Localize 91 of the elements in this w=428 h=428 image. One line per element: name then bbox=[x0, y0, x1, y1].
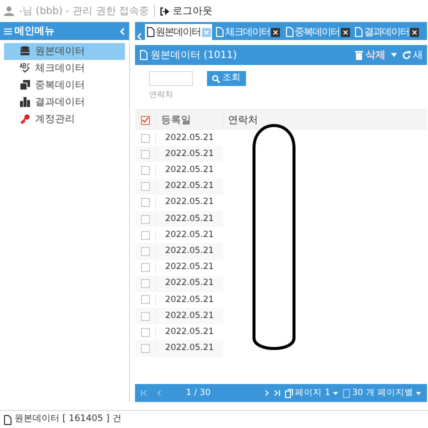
status-text: 원본데이터 [ 161405 ] 건 bbox=[14, 412, 122, 426]
close-icon[interactable] bbox=[340, 28, 350, 36]
checkbox[interactable] bbox=[140, 344, 150, 354]
date-cell: 2022.05.21 bbox=[165, 132, 214, 143]
next-page-icon bbox=[264, 390, 269, 396]
sidebar-item[interactable]: 중복데이터 bbox=[4, 76, 125, 94]
column-header: 등록일 bbox=[161, 114, 191, 126]
close-icon[interactable] bbox=[271, 28, 280, 36]
date-cell: 2022.05.21 bbox=[165, 326, 214, 337]
checkbox[interactable] bbox=[140, 328, 150, 337]
caret-icon bbox=[332, 392, 338, 394]
refresh-icon bbox=[402, 50, 410, 60]
user-icon bbox=[4, 6, 14, 16]
date-cell: 2022.05.21 bbox=[165, 262, 214, 272]
previous-page-icon bbox=[157, 390, 161, 396]
bar-chart-icon bbox=[20, 97, 30, 107]
table-row[interactable]: 2022.05.21 bbox=[135, 260, 223, 276]
spellcheck-icon bbox=[20, 63, 30, 73]
logout-icon bbox=[160, 6, 170, 16]
search-icon bbox=[212, 74, 220, 82]
date-cell: 2022.05.21 bbox=[165, 343, 214, 354]
tab[interactable]: 원본데이터 bbox=[144, 24, 212, 40]
checkbox[interactable] bbox=[140, 150, 150, 159]
checkbox[interactable] bbox=[140, 198, 150, 208]
document-icon bbox=[284, 27, 294, 37]
document-icon bbox=[146, 27, 154, 37]
table-row[interactable]: 2022.05.21 bbox=[135, 162, 223, 179]
sidebar-item[interactable]: 결과데이터 bbox=[4, 94, 125, 110]
menu-icon bbox=[4, 28, 12, 34]
date-cell: 2022.05.21 bbox=[165, 197, 214, 208]
copies-icon bbox=[20, 80, 30, 90]
table-row[interactable]: 2022.05.21 bbox=[135, 130, 223, 146]
field-label: 연락처 bbox=[149, 88, 174, 100]
collapse-chevron-icon bbox=[120, 28, 125, 34]
sidebar-item[interactable]: 원본데이터 bbox=[4, 42, 125, 60]
table-row[interactable]: 2022.05.21 bbox=[135, 292, 223, 308]
table-row[interactable]: 2022.05.21 bbox=[135, 276, 223, 292]
table-row[interactable]: 2022.05.21 bbox=[135, 324, 223, 340]
logout-link[interactable]: 로그아웃 bbox=[160, 4, 212, 18]
panel-title: 원본데이터 (1011) bbox=[150, 48, 237, 62]
tab-scroll-left-icon bbox=[137, 33, 142, 40]
table-row[interactable]: 2022.05.21 bbox=[135, 210, 223, 228]
caret-icon bbox=[416, 392, 421, 394]
checkbox[interactable] bbox=[140, 182, 150, 192]
date-cell: 2022.05.21 bbox=[165, 294, 214, 305]
page-position: 1 / 30 bbox=[186, 386, 210, 400]
search-field[interactable] bbox=[149, 71, 193, 86]
table-row[interactable]: 2022.05.21 bbox=[135, 340, 223, 357]
document-icon bbox=[139, 50, 148, 60]
date-cell: 2022.05.21 bbox=[165, 230, 214, 240]
checkbox[interactable] bbox=[140, 279, 150, 288]
table-row[interactable]: 2022.05.21 bbox=[135, 178, 223, 195]
checkbox[interactable] bbox=[140, 295, 150, 304]
checkbox[interactable] bbox=[140, 246, 150, 256]
date-cell: 2022.05.21 bbox=[165, 148, 214, 159]
database-icon bbox=[20, 46, 30, 56]
close-icon[interactable] bbox=[410, 28, 419, 36]
document-icon bbox=[3, 414, 12, 424]
caret-icon bbox=[390, 53, 396, 57]
checkbox[interactable] bbox=[140, 230, 150, 240]
document-icon bbox=[215, 27, 224, 37]
check-icon bbox=[142, 117, 148, 123]
table-row[interactable]: 2022.05.21 bbox=[135, 146, 223, 162]
key-icon bbox=[20, 114, 30, 124]
table-row[interactable]: 2022.05.21 bbox=[135, 308, 223, 324]
checkbox[interactable] bbox=[140, 312, 150, 321]
table-row[interactable]: 2022.05.21 bbox=[135, 194, 223, 211]
date-cell: 2022.05.21 bbox=[165, 214, 214, 224]
sidebar-item[interactable]: 체크데이터 bbox=[4, 60, 125, 76]
sidebar-title: 메인메뉴 bbox=[14, 24, 54, 38]
column-header: 연락처 bbox=[228, 114, 258, 126]
last-page-icon bbox=[274, 390, 280, 396]
date-cell: 2022.05.21 bbox=[165, 310, 214, 321]
checkbox[interactable] bbox=[140, 134, 150, 143]
checkbox[interactable] bbox=[140, 166, 150, 175]
trash-icon bbox=[355, 50, 363, 60]
checkbox[interactable] bbox=[140, 116, 150, 124]
checkbox[interactable] bbox=[140, 263, 150, 272]
date-cell: 2022.05.21 bbox=[165, 165, 214, 176]
document-icon bbox=[354, 27, 363, 37]
pages-icon bbox=[284, 388, 293, 398]
document-icon bbox=[342, 388, 350, 398]
table-row[interactable]: 2022.05.21 bbox=[135, 243, 223, 260]
checkbox[interactable] bbox=[140, 214, 150, 224]
first-page-icon bbox=[141, 390, 147, 396]
date-cell: 2022.05.21 bbox=[165, 181, 214, 192]
date-cell: 2022.05.21 bbox=[165, 246, 214, 256]
user-status-text: -님 (bbb) - 관리 권한 접속중 bbox=[19, 4, 149, 18]
sidebar-item[interactable]: 계정관리 bbox=[4, 110, 125, 128]
table-row[interactable]: 2022.05.21 bbox=[135, 227, 223, 244]
date-cell: 2022.05.21 bbox=[165, 278, 214, 288]
